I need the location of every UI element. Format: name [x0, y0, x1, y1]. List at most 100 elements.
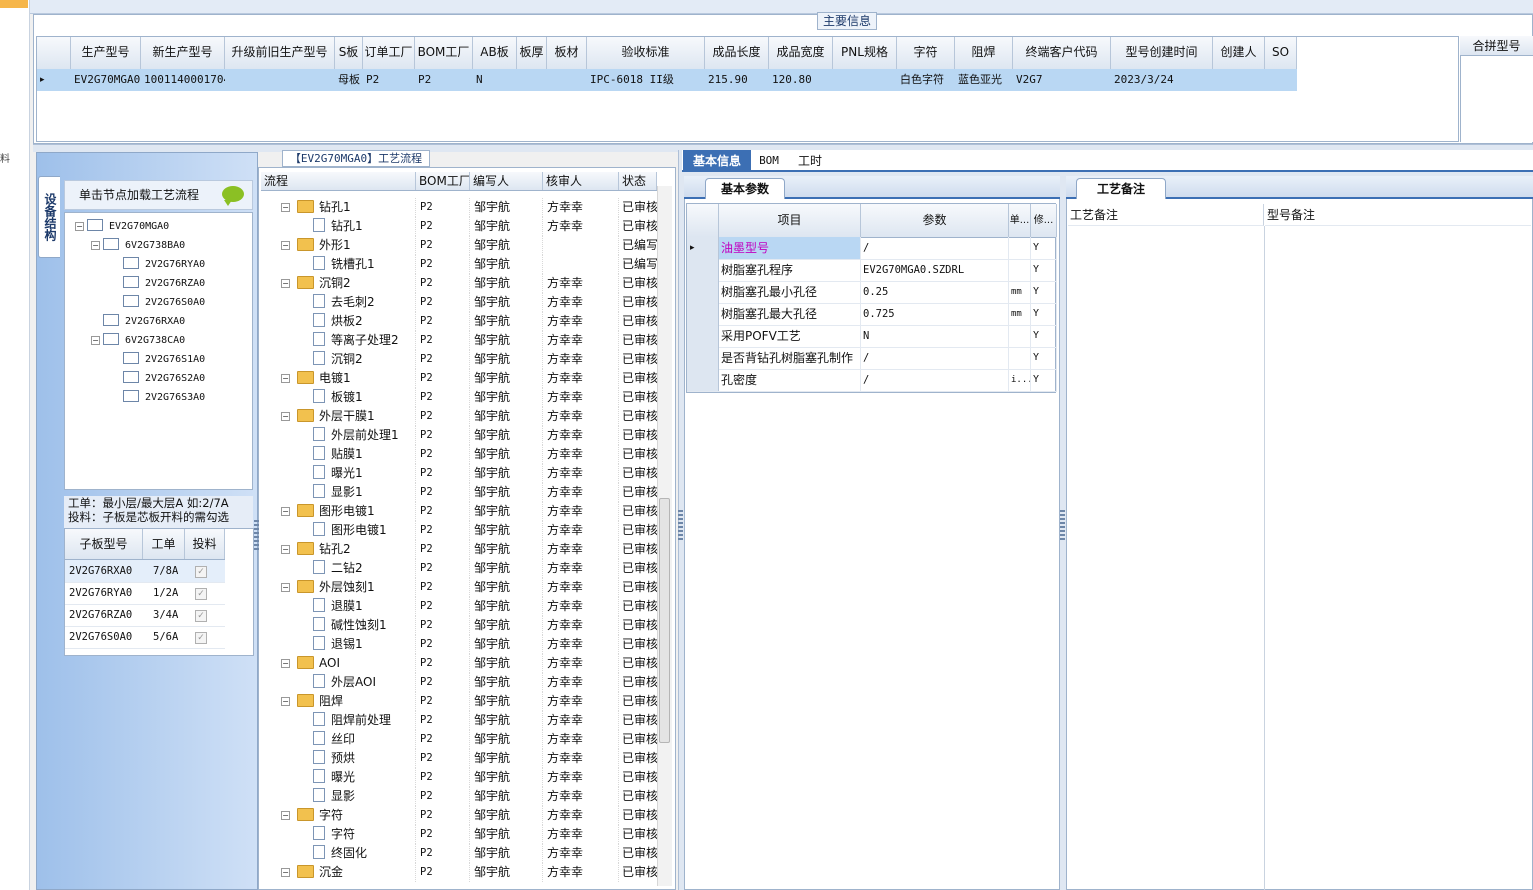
flow-row[interactable]: 显影1 P2 邹宇航 方幸幸 已审核 — [261, 483, 657, 502]
param-row[interactable]: 采用POFV工艺 N Y — [687, 325, 1057, 348]
collapse-icon[interactable]: − — [91, 336, 100, 345]
param-col-header[interactable]: 修... — [1031, 204, 1057, 237]
collapse-icon[interactable]: − — [281, 868, 290, 877]
collapse-icon[interactable]: − — [281, 697, 290, 706]
flow-col-header[interactable]: 流程 — [261, 172, 416, 190]
tab-work-hours[interactable]: 工时 — [790, 150, 830, 172]
flow-row[interactable]: 终固化 P2 邹宇航 方幸幸 已审核 — [261, 844, 657, 863]
left-splitter-grip-icon[interactable] — [254, 520, 259, 550]
main-col-header[interactable]: SO — [1265, 37, 1297, 69]
main-col-header[interactable]: 板厚 — [517, 37, 547, 69]
flow-row[interactable]: 丝印 P2 邹宇航 方幸幸 已审核 — [261, 730, 657, 749]
main-cell[interactable] — [517, 69, 547, 91]
tab-basic-info[interactable]: 基本信息 — [683, 150, 751, 172]
collapse-icon[interactable]: − — [91, 241, 100, 250]
collapse-icon[interactable]: − — [281, 507, 290, 516]
main-col-header[interactable]: 升级前旧生产型号 — [225, 37, 335, 69]
main-cell[interactable]: V2G7 — [1013, 69, 1111, 91]
structure-vertical-tab[interactable]: 设备结构 — [38, 176, 60, 258]
param-row[interactable]: 树脂塞孔程序 EV2G70MGA0.SZDRL Y — [687, 259, 1057, 282]
main-cell[interactable]: EV2G70MGA0 — [71, 69, 141, 91]
row-selector[interactable] — [687, 347, 719, 369]
feed-check-icon[interactable]: ✓ — [195, 566, 207, 578]
main-col-header[interactable]: 验收标准 — [587, 37, 705, 69]
tree-node[interactable]: 2V2G76RYA0 — [123, 257, 205, 270]
flow-row[interactable]: 钻孔1 P2 邹宇航 方幸幸 已审核 — [261, 217, 657, 236]
main-col-header[interactable]: 型号创建时间 — [1111, 37, 1213, 69]
sub-col-header[interactable]: 投料 — [185, 529, 225, 559]
main-cell[interactable]: 120.80 — [769, 69, 833, 91]
sub-grid-row[interactable]: 2V2G76RZA0 3/4A ✓ — [65, 604, 225, 627]
collapse-icon[interactable]: − — [281, 811, 290, 820]
flow-row[interactable]: 阻焊前处理 P2 邹宇航 方幸幸 已审核 — [261, 711, 657, 730]
main-info-grid[interactable]: 生产型号 新生产型号 升级前旧生产型号 S板 订单工厂 BOM工厂 AB板 板厚 板材 验收标准成… — [36, 36, 1459, 142]
sub-grid-row[interactable]: 2V2G76RYA0 1/2A ✓ — [65, 582, 225, 605]
main-cell[interactable]: 2023/3/24 — [1111, 69, 1213, 91]
param-row[interactable]: 树脂塞孔最小孔径 0.25 mm Y — [687, 281, 1057, 304]
sub-col-header[interactable]: 子板型号 — [65, 529, 143, 559]
flow-row[interactable]: 退锡1 P2 邹宇航 方幸幸 已审核 — [261, 635, 657, 654]
tab-bom[interactable]: BOM — [752, 150, 786, 172]
flow-col-header[interactable]: BOM工厂 — [416, 172, 470, 190]
flow-row[interactable]: − 钻孔1 P2 邹宇航 方幸幸 已审核 — [261, 198, 657, 217]
flow-row[interactable]: 碱性蚀刻1 P2 邹宇航 方幸幸 已审核 — [261, 616, 657, 635]
collapse-icon[interactable]: − — [281, 374, 290, 383]
main-cell[interactable] — [225, 69, 335, 91]
flow-row[interactable]: 曝光1 P2 邹宇航 方幸幸 已审核 — [261, 464, 657, 483]
tree-node[interactable]: 2V2G76RZA0 — [123, 276, 205, 289]
main-cell[interactable] — [1265, 69, 1297, 91]
sub-board-grid[interactable]: 子板型号 工单 投料 2V2G76RXA0 7/8A ✓ 2V2G76RYA0 1/2A ✓ 2… — [64, 528, 254, 656]
main-cell[interactable]: 母板 — [335, 69, 363, 91]
param-value-cell[interactable]: 0.25 — [861, 281, 1009, 303]
main-col-header[interactable]: 板材 — [547, 37, 587, 69]
flow-row[interactable]: 去毛刺2 P2 邹宇航 方幸幸 已审核 — [261, 293, 657, 312]
main-col-header[interactable]: 订单工厂 — [363, 37, 415, 69]
flow-row[interactable]: 曝光 P2 邹宇航 方幸幸 已审核 — [261, 768, 657, 787]
param-col-header[interactable]: 单... — [1009, 204, 1031, 237]
flow-row[interactable]: 退膜1 P2 邹宇航 方幸幸 已审核 — [261, 597, 657, 616]
board-structure-tree[interactable]: EV2G70MGA0−6V2G738BA0−2V2G76RYA0 2V2G76RZ… — [64, 212, 253, 490]
flow-row[interactable]: 显影 P2 邹宇航 方幸幸 已审核 — [261, 787, 657, 806]
flow-row[interactable]: 板镀1 P2 邹宇航 方幸幸 已审核 — [261, 388, 657, 407]
main-cell[interactable]: N — [473, 69, 517, 91]
collapse-icon[interactable]: − — [281, 412, 290, 421]
chat-bubble-icon[interactable] — [222, 186, 244, 206]
main-cell[interactable] — [547, 69, 587, 91]
tree-node[interactable]: 2V2G76S3A0 — [123, 390, 205, 403]
flow-row[interactable]: 铣槽孔1 P2 邹宇航 已编写 — [261, 255, 657, 274]
collapse-icon[interactable]: − — [281, 203, 290, 212]
flow-col-header[interactable]: 核审人 — [543, 172, 619, 190]
row-selector[interactable] — [687, 369, 719, 391]
param-row[interactable]: 孔密度 / i... Y — [687, 369, 1057, 392]
flow-row[interactable]: − 外形1 P2 邹宇航 已编写 — [261, 236, 657, 255]
main-col-header[interactable]: 生产型号 — [71, 37, 141, 69]
collapse-icon[interactable]: − — [281, 659, 290, 668]
main-col-header[interactable]: 终端客户代码 — [1013, 37, 1111, 69]
flow-row[interactable]: 二钻2 P2 邹宇航 方幸幸 已审核 — [261, 559, 657, 578]
feed-check-icon[interactable]: ✓ — [195, 632, 207, 644]
main-col-header[interactable]: 阻焊 — [955, 37, 1013, 69]
feed-checkbox[interactable]: ✓ — [185, 560, 225, 582]
basic-params-grid[interactable]: 项目 参数 单... 修... ▸ 油墨型号 / Y 树脂塞孔程序 EV2G70MGA0.SZD… — [686, 203, 1057, 393]
param-value-cell[interactable]: / — [861, 369, 1009, 391]
middle-splitter-grip-icon[interactable] — [678, 510, 683, 540]
tree-node[interactable]: 2V2G76RXA0 — [103, 314, 185, 327]
main-cell[interactable]: IPC-6018 II级 — [587, 69, 705, 91]
collapse-icon[interactable]: − — [281, 279, 290, 288]
tab-process-notes[interactable]: 工艺备注 — [1076, 178, 1166, 199]
tree-node[interactable]: 2V2G76S1A0 — [123, 352, 205, 365]
notes-divider[interactable] — [1264, 226, 1265, 890]
row-selector[interactable] — [687, 303, 719, 325]
sub-grid-row[interactable]: 2V2G76S0A0 5/6A ✓ — [65, 626, 225, 649]
main-col-header[interactable]: PNL规格 — [833, 37, 897, 69]
tree-node[interactable]: 2V2G76S0A0 — [123, 295, 205, 308]
flow-row[interactable]: 沉铜2 P2 邹宇航 方幸幸 已审核 — [261, 350, 657, 369]
flow-row[interactable]: − 电镀1 P2 邹宇航 方幸幸 已审核 — [261, 369, 657, 388]
collapse-icon[interactable]: − — [281, 583, 290, 592]
flow-row[interactable]: − AOI P2 邹宇航 方幸幸 已审核 — [261, 654, 657, 673]
flow-row[interactable]: 烘板2 P2 邹宇航 方幸幸 已审核 — [261, 312, 657, 331]
main-col-header[interactable]: 新生产型号 — [141, 37, 225, 69]
tree-node[interactable]: 2V2G76S2A0 — [123, 371, 205, 384]
collapse-icon[interactable]: − — [75, 222, 84, 231]
flow-row[interactable]: 图形电镀1 P2 邹宇航 方幸幸 已审核 — [261, 521, 657, 540]
